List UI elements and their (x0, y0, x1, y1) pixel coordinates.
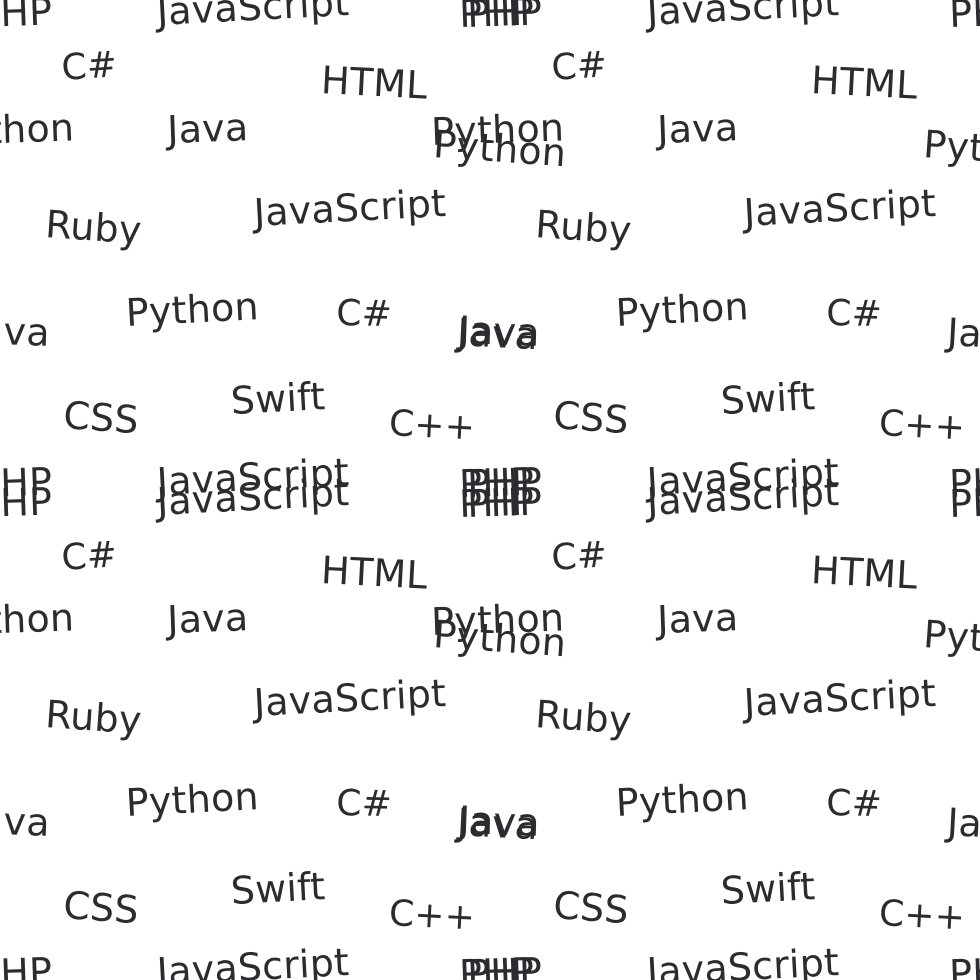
language-label-javascript: JavaScript (645, 0, 841, 34)
language-label-java: Java (0, 798, 51, 845)
language-label-java: Java (166, 105, 250, 152)
language-label-java: Java (458, 308, 541, 355)
language-label-php: PHP (948, 479, 980, 526)
language-label-ruby: Ruby (44, 692, 144, 743)
language-label-html: HTML (810, 58, 919, 108)
language-label-python: Python (0, 595, 75, 644)
language-label-php: PHP (948, 0, 980, 36)
language-label-css: CSS (552, 883, 631, 933)
language-label-csharp: C# (60, 44, 119, 89)
language-label-java: Java (458, 798, 541, 845)
seamless-pattern-canvas: PHP JavaScript PHP C# HTML Python Java Python Ru… (0, 0, 980, 980)
language-label-csharp: C# (826, 783, 883, 825)
language-label-javascript: JavaScript (252, 180, 448, 235)
language-label-swift: Swift (229, 374, 327, 423)
language-label-csharp: C# (826, 293, 883, 335)
language-label-javascript: JavaScript (742, 180, 938, 235)
language-label-python: Python (922, 122, 980, 176)
language-label-python: Python (614, 284, 750, 335)
language-label-html: HTML (320, 548, 429, 598)
language-label-swift: Swift (719, 864, 817, 913)
language-label-php: PHP (466, 949, 543, 980)
language-label-css: CSS (62, 883, 141, 933)
language-label-java: Java (946, 310, 980, 359)
language-label-csharp: C# (550, 534, 609, 579)
language-label-java: Java (656, 105, 740, 152)
language-label-html: HTML (320, 58, 429, 108)
pattern-tile: PHP JavaScript PHP C# HTML Python Java Python Ru… (0, 0, 568, 506)
language-label-php: PHP (0, 949, 53, 980)
language-label-javascript: JavaScript (645, 469, 841, 524)
language-label-ruby: Ruby (534, 692, 634, 743)
language-label-swift: Swift (229, 864, 327, 913)
language-label-javascript: JavaScript (252, 670, 448, 725)
language-label-python: Python (124, 284, 260, 335)
language-label-python: Python (922, 612, 980, 666)
language-label-python: Python (124, 774, 260, 825)
language-label-php: PHP (0, 479, 53, 526)
language-label-css: CSS (552, 393, 631, 443)
language-label-ruby: Ruby (44, 202, 144, 253)
language-label-csharp: C# (550, 44, 609, 89)
language-label-cplusplus: C++ (878, 403, 967, 449)
language-label-javascript: JavaScript (645, 939, 841, 980)
language-label-java: Java (0, 308, 51, 355)
language-label-javascript: JavaScript (155, 469, 351, 524)
language-label-swift: Swift (719, 374, 817, 423)
language-label-php: PHP (466, 479, 543, 526)
language-label-cplusplus: C++ (388, 403, 477, 449)
language-label-java: Java (946, 800, 980, 849)
language-label-python: Python (430, 105, 565, 154)
language-label-cplusplus: C++ (878, 893, 967, 939)
language-label-python: Python (0, 105, 75, 154)
language-label-python: Python (614, 774, 750, 825)
language-label-javascript: JavaScript (155, 939, 351, 980)
pattern-tile: PHP JavaScript PHP C# HTML Python Java Python Ru… (0, 470, 568, 980)
pattern-tile: PHP JavaScript PHP C# HTML Python Java Python Ru… (430, 470, 980, 980)
language-label-python: Python (430, 595, 565, 644)
language-label-javascript: JavaScript (155, 0, 351, 34)
language-label-javascript: JavaScript (742, 670, 938, 725)
language-label-java: Java (656, 595, 740, 642)
language-label-php: PHP (0, 0, 53, 36)
language-label-cplusplus: C++ (388, 893, 477, 939)
language-label-ruby: Ruby (534, 202, 634, 253)
language-label-java: Java (166, 595, 250, 642)
pattern-tile: PHP JavaScript PHP C# HTML Python Java Python Ru… (430, 0, 980, 506)
language-label-csharp: C# (336, 783, 393, 825)
language-label-css: CSS (62, 393, 141, 443)
language-label-html: HTML (810, 548, 919, 598)
language-label-php: PHP (948, 949, 980, 980)
language-label-php: PHP (466, 0, 543, 36)
language-label-csharp: C# (60, 534, 119, 579)
language-label-csharp: C# (336, 293, 393, 335)
